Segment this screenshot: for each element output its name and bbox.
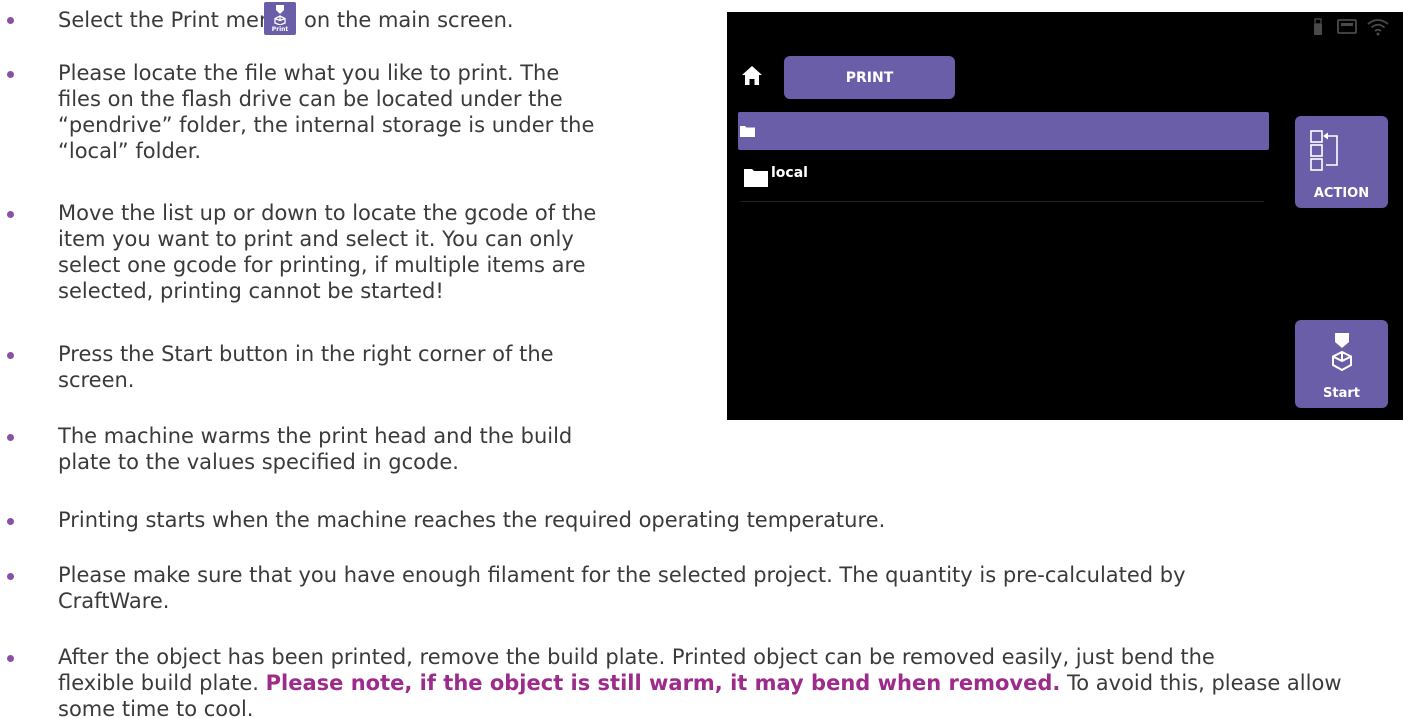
bullet-dot xyxy=(7,573,14,580)
printer-screen: PRINT local ACTION Start xyxy=(727,12,1403,420)
bullet-2-line-3: “pendrive” folder, the internal storage … xyxy=(58,113,595,137)
bullet-4-line-2: screen. xyxy=(58,368,135,392)
bullet-3-line-3: select one gcode for printing, if multip… xyxy=(58,253,586,277)
bullet-8-line-3: some time to cool. xyxy=(58,697,254,718)
bullet-5-line-1: The machine warms the print head and the… xyxy=(58,424,573,448)
bullet-dot xyxy=(7,352,14,359)
warning-highlight: Please note, if the object is still warm… xyxy=(265,671,1061,695)
file-row-local-name: local xyxy=(771,165,808,181)
print-icon xyxy=(274,5,286,25)
action-icon xyxy=(1310,130,1338,171)
bullet-2-line-4: “local” folder. xyxy=(58,139,202,163)
bullet-3-line-1: Move the list up or down to locate the g… xyxy=(58,201,597,225)
bullet-dot xyxy=(7,17,14,24)
bullet-5-line-2: plate to the values specified in gcode. xyxy=(58,450,459,474)
status-bar xyxy=(1313,18,1393,36)
bullet-dot xyxy=(7,518,14,525)
usb-icon xyxy=(1313,18,1323,40)
bullet-dot xyxy=(7,71,14,78)
bullet-3-line-2: item you want to print and select it. Yo… xyxy=(58,227,574,251)
file-row-selected[interactable] xyxy=(738,112,1269,150)
action-button[interactable]: ACTION xyxy=(1295,116,1388,208)
folder-icon xyxy=(740,126,755,137)
bullet-6-line-1: Printing starts when the machine reaches… xyxy=(58,508,886,532)
bullet-4-line-1: Press the Start button in the right corn… xyxy=(58,342,554,366)
bullet-dot xyxy=(7,655,14,662)
bullet-7-line-1: Please make sure that you have enough fi… xyxy=(58,563,1186,587)
print-icon xyxy=(1332,333,1352,372)
bullet-dot xyxy=(7,434,14,441)
folder-icon xyxy=(744,169,768,187)
start-button-label: Start xyxy=(1323,386,1360,401)
bullet-8-line-2: flexible build plate. Please note, if th… xyxy=(58,670,1342,696)
bullet-1-text-a: Select the Print menu xyxy=(58,8,286,32)
action-button-label: ACTION xyxy=(1313,186,1370,201)
wifi-icon xyxy=(1367,18,1389,40)
screen-title: PRINT xyxy=(784,56,955,99)
print-menu-icon: Print xyxy=(264,2,296,35)
bullet-7-line-2: CraftWare. xyxy=(58,589,170,613)
bullet-2-line-2: files on the flash drive can be located … xyxy=(58,87,563,111)
bullet-8-line-1: After the object has been printed, remov… xyxy=(58,645,1215,669)
start-button[interactable]: Start xyxy=(1295,320,1388,408)
bullet-dot xyxy=(7,211,14,218)
bullet-3-line-4: selected, printing cannot be started! xyxy=(58,279,444,303)
bullet-8-line-2-pre: flexible build plate. xyxy=(58,671,266,695)
bullet-1-text-b: on the main screen. xyxy=(304,8,514,32)
home-icon xyxy=(742,66,762,85)
bullet-2-line-1: Please locate the file what you like to … xyxy=(58,61,560,85)
storage-icon xyxy=(1337,18,1357,40)
home-button[interactable] xyxy=(741,65,763,91)
file-row-local[interactable]: local xyxy=(741,160,1264,202)
bullet-8-line-2-post: To avoid this, please allow xyxy=(1060,671,1342,695)
print-icon-label: Print xyxy=(271,26,289,33)
